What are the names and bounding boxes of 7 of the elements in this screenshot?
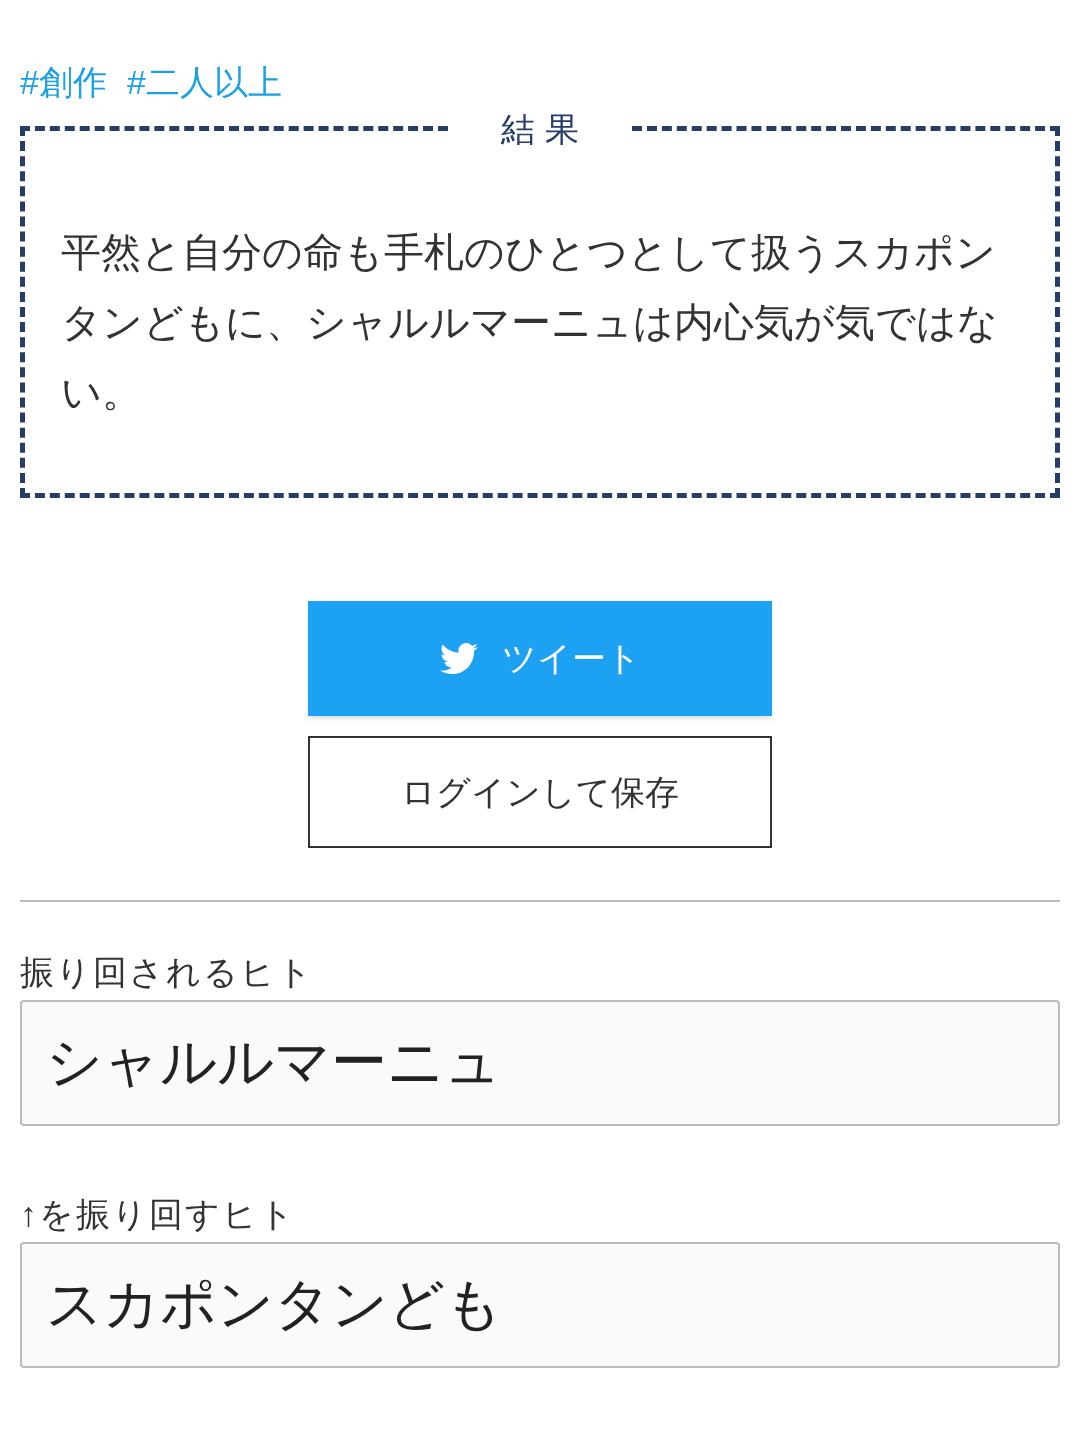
result-text: 平然と自分の命も手札のひとつとして扱うスカポンタンどもに、シャルルマーニュは内心気が気ではない。 xyxy=(61,229,999,416)
field-label: 振り回されるヒト xyxy=(20,952,315,993)
field-label: ↑を振り回すヒト xyxy=(20,1194,297,1235)
bird-icon xyxy=(439,642,478,675)
login-save-button[interactable]: ログインして保存 xyxy=(308,736,772,848)
text-input-field[interactable]: スカポンタンども xyxy=(20,1242,1060,1368)
text-input-field[interactable]: シャルルマーニュ xyxy=(20,1000,1060,1126)
